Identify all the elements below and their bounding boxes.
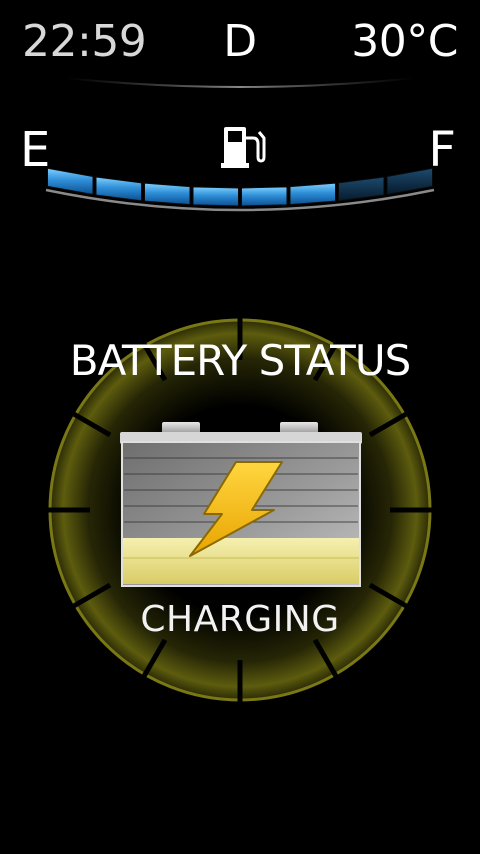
battery-status-title: BATTERY STATUS — [69, 336, 411, 385]
battery-charging-status: CHARGING — [140, 599, 340, 640]
dashboard-screen: 22:59 D 30°C E F BATTERY STATUS CHARGING — [0, 0, 480, 854]
fuel-segment-lit — [95, 176, 142, 202]
fuel-level-bar — [45, 167, 435, 212]
temperature-readout: 30°C — [351, 16, 458, 67]
fuel-segment-lit — [144, 182, 191, 206]
status-divider — [64, 77, 416, 88]
charging-battery-icon — [120, 422, 362, 587]
fuel-segment-lit — [192, 186, 239, 207]
fuel-segment-lit — [241, 186, 288, 207]
fuel-segment-lit — [289, 182, 336, 206]
fuel-segment-unlit — [338, 176, 385, 202]
